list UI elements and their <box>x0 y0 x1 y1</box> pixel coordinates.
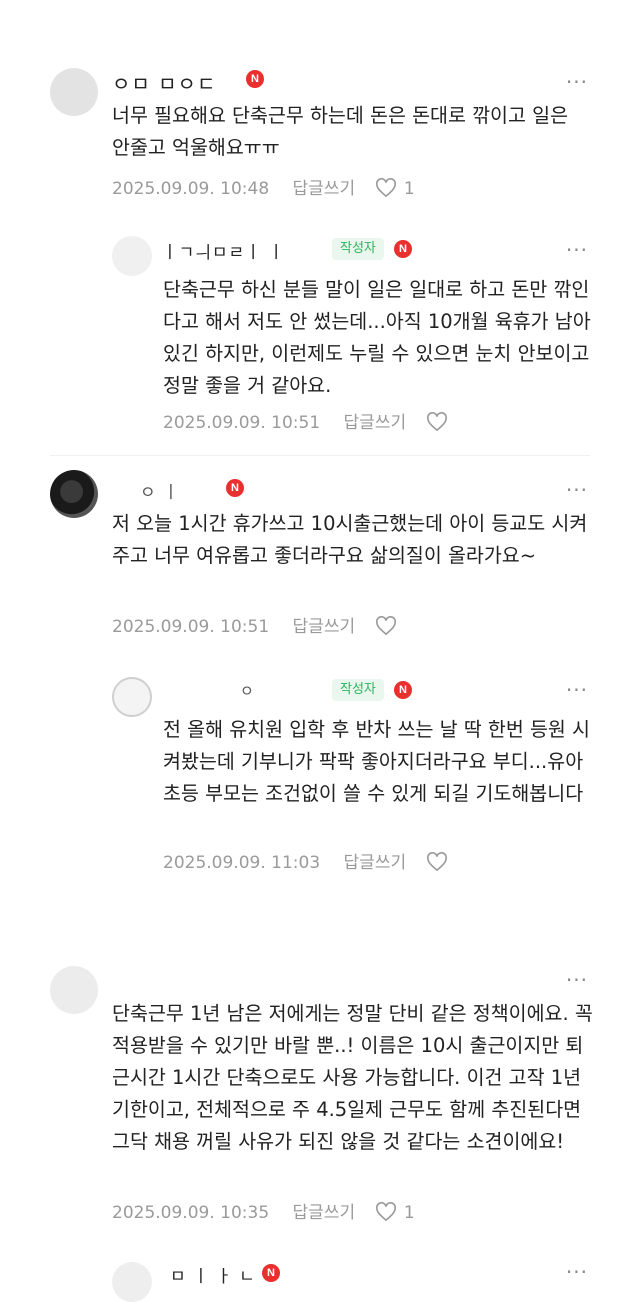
reply-button[interactable]: 답글쓰기 <box>293 1203 356 1223</box>
comment-nickname[interactable]: ㅁ ㅣ ㅏ ㄴ <box>170 1262 256 1287</box>
like-count: 1 <box>403 1203 415 1223</box>
avatar[interactable] <box>50 966 98 1014</box>
comment-text: 전 올해 유치원 입학 후 반차 쓰는 날 딱 한번 등원 시켜봤는데 기부니가… <box>163 718 590 805</box>
heart-icon[interactable] <box>375 616 397 641</box>
more-options-icon[interactable]: ··· <box>566 968 588 992</box>
comment-date: 2025.09.09. 10:48 <box>112 179 270 199</box>
comment-nickname[interactable]: ㅇㅁ ㅁㅇㄷ <box>112 68 216 97</box>
avatar[interactable] <box>112 677 152 717</box>
comment-meta: 2025.09.09. 11:03 답글쓰기 <box>163 848 448 877</box>
heart-icon[interactable] <box>375 178 397 203</box>
new-badge: N <box>226 479 244 497</box>
more-options-icon[interactable]: ··· <box>566 478 588 502</box>
comment-date: 2025.09.09. 11:03 <box>163 853 321 873</box>
comment-meta: 2025.09.09. 10:51 답글쓰기 <box>163 408 448 437</box>
heart-icon[interactable] <box>426 412 448 437</box>
comment-meta: 2025.09.09. 10:48 답글쓰기 1 <box>112 174 415 203</box>
reply-button[interactable]: 답글쓰기 <box>293 617 356 637</box>
comment-date: 2025.09.09. 10:51 <box>112 617 270 637</box>
like-count: 1 <box>403 179 415 199</box>
comment-meta: 2025.09.09. 10:35 답글쓰기 1 <box>112 1198 415 1227</box>
avatar[interactable] <box>50 470 98 518</box>
comment-nickname[interactable]: ㅇ <box>240 680 255 701</box>
new-badge: N <box>262 1264 280 1282</box>
reply-button[interactable]: 답글쓰기 <box>344 413 407 433</box>
comment-date: 2025.09.09. 10:51 <box>163 413 321 433</box>
new-badge: N <box>394 240 412 258</box>
heart-icon[interactable] <box>375 1202 397 1227</box>
avatar[interactable] <box>112 1262 152 1302</box>
comment-date: 2025.09.09. 10:35 <box>112 1203 270 1223</box>
divider <box>50 455 590 456</box>
reply-button[interactable]: 답글쓰기 <box>293 179 356 199</box>
more-options-icon[interactable]: ··· <box>566 1260 588 1284</box>
more-options-icon[interactable]: ··· <box>566 70 588 94</box>
author-badge: 작성자 <box>332 679 384 701</box>
avatar[interactable] <box>50 68 98 116</box>
comment-text: 단축근무 1년 남은 저에게는 정말 단비 같은 정책이에요. 꼭 적용받을 수… <box>112 1002 593 1153</box>
reply-button[interactable]: 답글쓰기 <box>344 853 407 873</box>
comment-nickname[interactable]: ㅇ ㅣ <box>140 478 180 503</box>
avatar[interactable] <box>112 236 152 276</box>
comment-text: 저 오늘 1시간 휴가쓰고 10시출근했는데 아이 등교도 시켜주고 너무 여유… <box>112 512 588 567</box>
new-badge: N <box>394 681 412 699</box>
comment-text: 너무 필요해요 단축근무 하는데 돈은 돈대로 깎이고 일은 안줄고 억울해요ㅠ… <box>112 104 569 159</box>
heart-icon[interactable] <box>426 852 448 877</box>
more-options-icon[interactable]: ··· <box>566 678 588 702</box>
more-options-icon[interactable]: ··· <box>566 238 588 262</box>
author-badge: 작성자 <box>332 238 384 260</box>
comment-text: 단축근무 하신 분들 말이 일은 일대로 하고 돈만 깎인다고 해서 저도 안 … <box>163 278 591 397</box>
new-badge: N <box>246 70 264 88</box>
comment-meta: 2025.09.09. 10:51 답글쓰기 <box>112 612 397 641</box>
comment-nickname[interactable]: ㅣㄱㅢㅁㄹㅣ ㅣ <box>162 238 285 263</box>
